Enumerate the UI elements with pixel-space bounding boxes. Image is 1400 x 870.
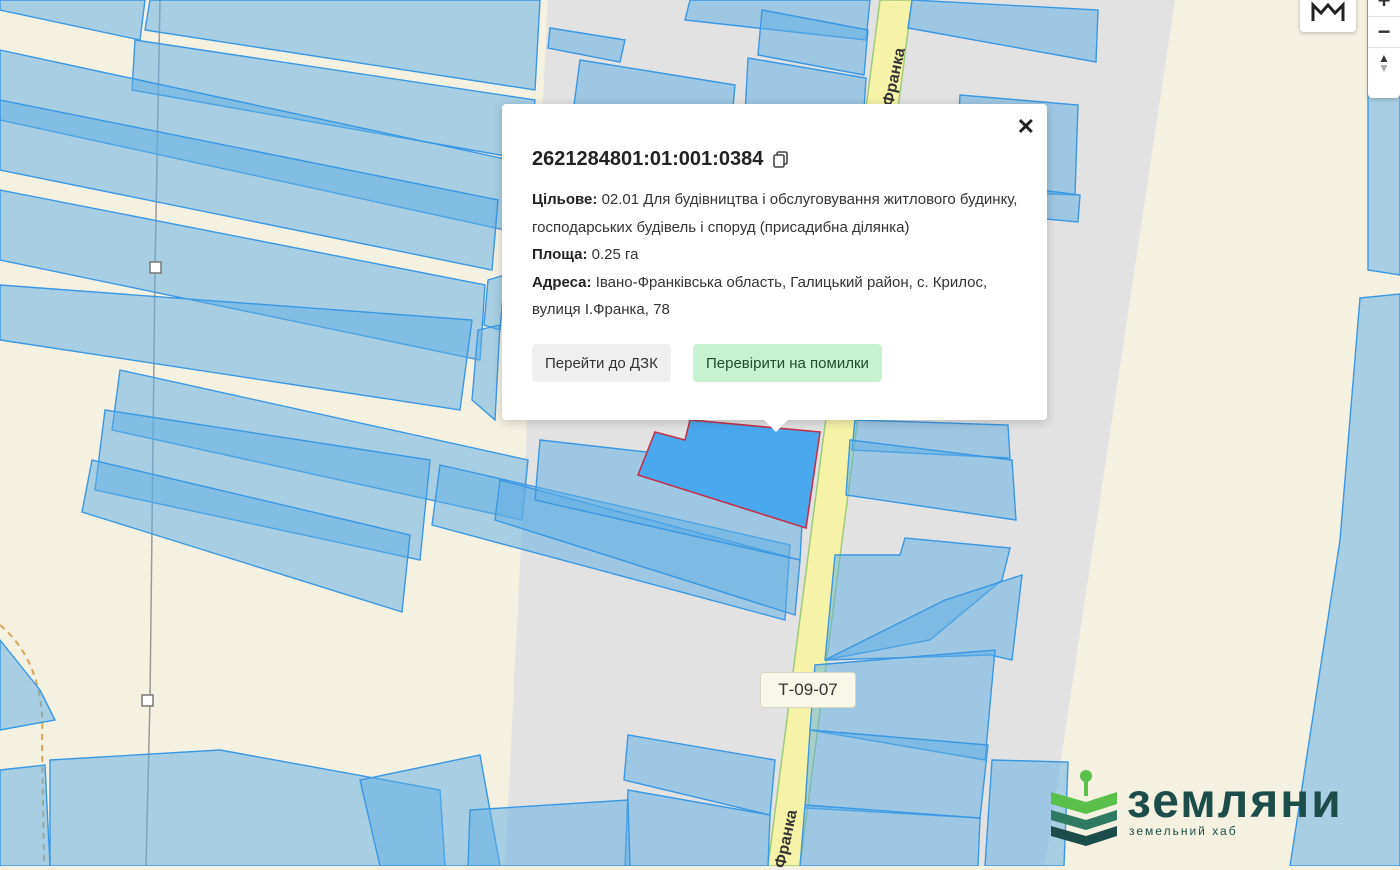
- address-row: Адреса: Івано-Франківська область, Галиц…: [532, 269, 1022, 324]
- close-icon[interactable]: ✕: [1017, 114, 1035, 140]
- cadastral-number: 2621284801:01:001:0384: [532, 148, 764, 170]
- check-errors-button[interactable]: Перевірити на помилки: [693, 344, 882, 382]
- road-number-badge: Т-09-07: [760, 672, 856, 708]
- layers-control[interactable]: [1300, 0, 1356, 32]
- purpose-row: Цільове: 02.01 Для будівництва і обслуго…: [532, 186, 1022, 241]
- brand-logo: Земляни земельний хаб: [1045, 768, 1395, 858]
- layers-icon: [1311, 1, 1345, 21]
- zoom-controls: + − ▲ ▼: [1368, 0, 1400, 98]
- compass-button[interactable]: ▲ ▼: [1368, 47, 1400, 78]
- compass-south-icon: ▼: [1378, 61, 1390, 75]
- popup-details: Цільове: 02.01 Для будівництва і обслуго…: [532, 186, 1022, 324]
- area-label: Площа:: [532, 246, 588, 263]
- purpose-label: Цільове:: [532, 191, 598, 208]
- address-label: Адреса:: [532, 273, 592, 291]
- go-to-dzk-button[interactable]: Перейти до ДЗК: [532, 344, 671, 382]
- logo-title: Земляни: [1127, 775, 1343, 828]
- logo-icon: [1051, 770, 1117, 846]
- parcel-popup: ✕ 2621284801:01:001:0384 Цільове: 02.01 …: [502, 104, 1047, 432]
- logo-subtitle: земельний хаб: [1129, 824, 1238, 838]
- copy-icon[interactable]: [773, 150, 789, 169]
- zoom-out-button[interactable]: −: [1368, 16, 1400, 47]
- popup-title: 2621284801:01:001:0384: [532, 148, 789, 171]
- address-value: Івано-Франківська область, Галицький рай…: [532, 273, 988, 319]
- survey-marker: [141, 694, 154, 707]
- purpose-value: 02.01 Для будівництва і обслуговування ж…: [532, 191, 1018, 236]
- area-row: Площа: 0.25 га: [532, 241, 1022, 269]
- zoom-in-button[interactable]: +: [1368, 0, 1400, 16]
- survey-marker: [149, 261, 162, 274]
- area-value: 0.25 га: [591, 246, 639, 263]
